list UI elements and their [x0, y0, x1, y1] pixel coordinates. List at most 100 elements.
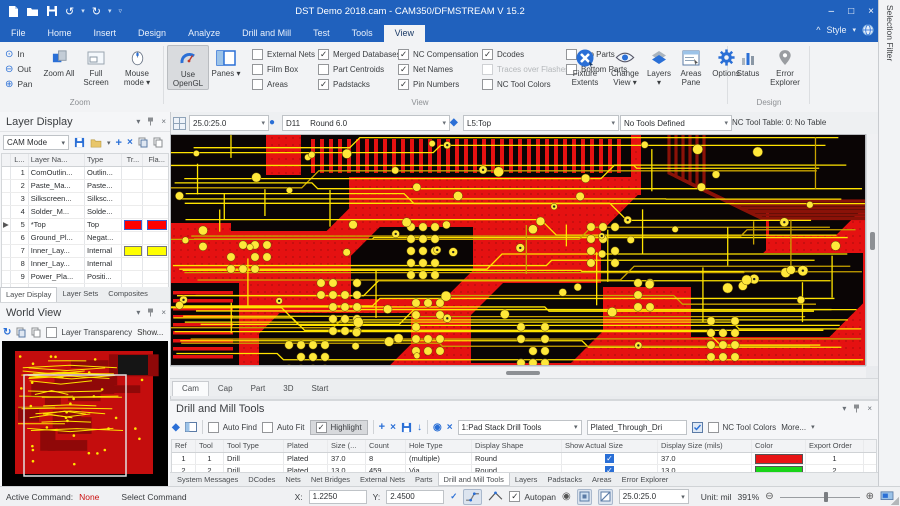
ortho-path-icon[interactable] [463, 489, 482, 505]
dock-tab-dcodes[interactable]: DCodes [243, 473, 280, 486]
layer-row[interactable]: 4Solder_M...Solde... [2, 206, 168, 219]
layer-row[interactable]: 8Inner_Lay...Internal [2, 258, 168, 271]
net-names-checkbox[interactable]: ✓Net Names [398, 64, 453, 75]
autopan-checkbox[interactable]: ✓Autopan [509, 491, 556, 502]
target-icon[interactable]: ◉ [433, 422, 442, 433]
dock-tab-nets[interactable]: Nets [280, 473, 305, 486]
full-screen-button[interactable]: Full Screen [77, 45, 115, 88]
fixture-extents-button[interactable]: Fixture Extents [565, 45, 605, 88]
add-tool-icon[interactable]: + [379, 421, 385, 433]
tool-filter-combo[interactable]: Plated_Through_Dri [587, 420, 687, 435]
canvas-tab-cam[interactable]: Cam [172, 381, 209, 396]
mouse-mode-button[interactable]: Mouse mode ▾ [116, 45, 158, 88]
canvas-tab-cap[interactable]: Cap [209, 382, 242, 396]
minimize-button[interactable]: – [829, 6, 835, 17]
zoom-slider-thumb[interactable] [824, 492, 828, 502]
layer-row[interactable]: 9Power_Pla...Positi... [2, 271, 168, 284]
close-panel-icon[interactable]: × [161, 117, 166, 126]
import-tools-icon[interactable]: ↓ [417, 422, 422, 433]
auto-find-checkbox[interactable]: Auto Find [208, 422, 257, 433]
canvas-tab-part[interactable]: Part [242, 382, 275, 396]
layer-panel-tab-layer-display[interactable]: Layer Display [0, 287, 57, 302]
status-grid-combo[interactable]: 25.0:25.0▾ [619, 489, 689, 504]
active-layer-combo[interactable]: L5:Top▾ [463, 115, 619, 131]
zoom-in-icon[interactable]: ⊕ [866, 490, 874, 504]
panel-menu-icon[interactable]: ▾ [136, 117, 140, 126]
menu-tab-analyze[interactable]: Analyze [177, 25, 231, 42]
tool-pane-icon[interactable] [185, 422, 197, 432]
ribbon-out-button[interactable]: ⊖Out [5, 62, 31, 76]
dock-tab-net-bridges[interactable]: Net Bridges [306, 473, 355, 486]
panel-menu-icon[interactable]: ▾ [136, 308, 140, 317]
selection-filter-tab[interactable]: Selection Filter [878, 0, 900, 486]
resize-grip[interactable] [891, 497, 899, 505]
tool-diamond-icon[interactable]: ◆ [172, 422, 180, 433]
layer-row[interactable]: 7Inner_Lay...Internal [2, 245, 168, 258]
dock-tab-padstacks[interactable]: Padstacks [542, 473, 587, 486]
paste-view-icon[interactable] [31, 327, 41, 338]
pin-icon[interactable] [147, 117, 154, 126]
more-dropdown-icon[interactable]: ▾ [811, 423, 815, 431]
areas-pane-button[interactable]: Areas Pane [675, 45, 707, 88]
close-button[interactable]: × [868, 6, 874, 17]
add-layer-icon[interactable]: + [116, 137, 122, 149]
layer-panel-tab-composites[interactable]: Composites [103, 287, 153, 302]
film-box-checkbox[interactable]: Film Box [252, 64, 298, 75]
y-coordinate-field[interactable]: 2.4500 [386, 490, 444, 504]
external-nets-checkbox[interactable]: External Nets [252, 49, 315, 60]
status-button[interactable]: Status [733, 45, 763, 79]
canvas-tab-3d[interactable]: 3D [274, 382, 302, 396]
dock-tab-parts[interactable]: Parts [410, 473, 438, 486]
tools-combo[interactable]: No Tools Defined▾ [620, 115, 732, 131]
auto-fit-checkbox[interactable]: Auto Fit [262, 422, 305, 433]
menu-tab-tools[interactable]: Tools [341, 25, 384, 42]
nc-tool-colors-checkbox[interactable]: NC Tool Colors [482, 79, 551, 90]
snap-vertex-icon[interactable] [598, 489, 613, 505]
filter-check-icon[interactable] [692, 422, 703, 433]
dock-tab-areas[interactable]: Areas [587, 473, 617, 486]
ribbon-in-button[interactable]: ⊙In [5, 47, 24, 61]
layer-row[interactable]: 6Ground_Pl...Negat... [2, 232, 168, 245]
layer-transparency-checkbox[interactable]: Layer Transparency [46, 327, 132, 338]
any-angle-path-icon[interactable] [488, 490, 503, 504]
menu-tab-drill-and-mill[interactable]: Drill and Mill [231, 25, 302, 42]
save-tools-icon[interactable] [401, 422, 412, 433]
layers-button[interactable]: Layers ▾ [645, 45, 673, 88]
menu-tab-home[interactable]: Home [37, 25, 83, 42]
highlight-checkbox[interactable]: ✓Highlight [310, 420, 368, 435]
menu-tab-design[interactable]: Design [127, 25, 177, 42]
help-globe-icon[interactable] [862, 24, 874, 36]
pin-icon[interactable] [147, 308, 154, 317]
drill-tool-row[interactable]: 11DrillPlated37.08(multiple)Round✓37.01 [172, 453, 876, 465]
traces-over-flashes-checkbox[interactable]: Traces over Flashes [482, 64, 569, 75]
snap-grid-icon[interactable] [577, 489, 592, 505]
ribbon-pan-button[interactable]: ⊕Pan [5, 77, 33, 91]
dock-tab-external-nets[interactable]: External Nets [355, 473, 410, 486]
scrollbar-thumb[interactable] [870, 232, 875, 250]
menu-tab-view[interactable]: View [384, 25, 425, 42]
nc-tool-colors-checkbox[interactable]: NC Tool Colors [708, 422, 777, 433]
pcb-canvas[interactable] [170, 134, 866, 366]
close-panel-icon[interactable]: × [867, 404, 872, 413]
pin-icon[interactable] [853, 404, 860, 413]
layer-panel-tab-layer-sets[interactable]: Layer Sets [57, 287, 103, 302]
style-dropdown-icon[interactable]: ▾ [852, 26, 856, 34]
save-layers-icon[interactable] [74, 137, 85, 148]
grid-settings-icon[interactable] [173, 117, 186, 130]
dock-tab-layers[interactable]: Layers [510, 473, 543, 486]
zoom-slider[interactable] [780, 491, 860, 503]
dcodes-checkbox[interactable]: ✓Dcodes [482, 49, 524, 60]
error-explorer-button[interactable]: Error Explorer [765, 45, 805, 88]
layer-row[interactable]: 2Paste_Ma...Paste... [2, 180, 168, 193]
use-opengl-button[interactable]: Use OpenGL [167, 45, 209, 90]
tool-color-swatch[interactable] [755, 454, 803, 464]
show-actual-size-checkbox[interactable]: ✓ [605, 454, 614, 463]
part-centroids-checkbox[interactable]: Part Centroids [318, 64, 384, 75]
load-layers-icon[interactable] [90, 138, 102, 148]
padstacks-checkbox[interactable]: ✓Padstacks [318, 79, 370, 90]
remove-layer-icon[interactable]: × [127, 137, 133, 148]
layer-row[interactable]: 1ComOutlin...Outlin... [2, 167, 168, 180]
copy-layer-icon[interactable] [138, 137, 148, 148]
dock-tab-drill-and-mill-tools[interactable]: Drill and Mill Tools [438, 473, 510, 486]
zoom-out-icon[interactable]: ⊖ [765, 490, 773, 504]
